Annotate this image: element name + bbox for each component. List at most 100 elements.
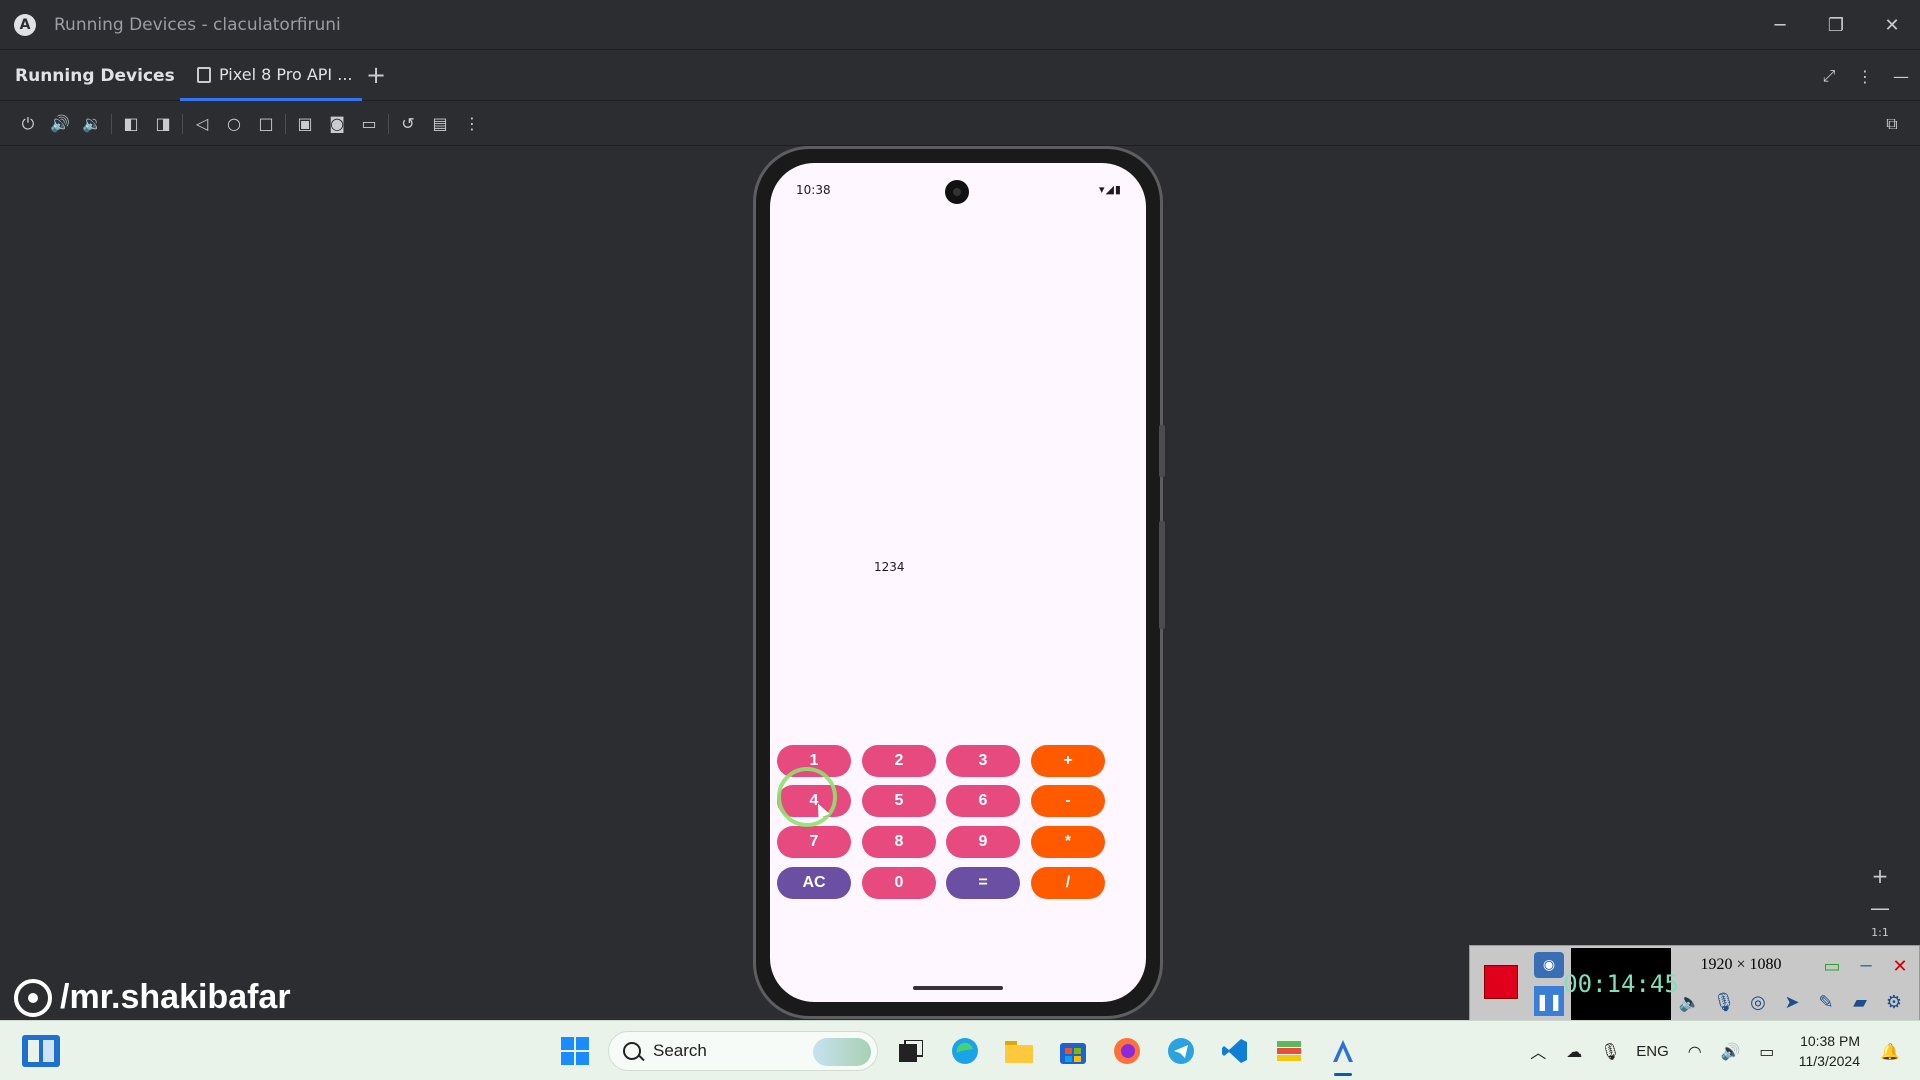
home-icon[interactable]: ○ <box>218 108 250 140</box>
recorder-minimize-icon[interactable]: ─ <box>1849 952 1883 980</box>
recorder-close-icon[interactable]: ✕ <box>1883 952 1917 980</box>
key-2[interactable]: 2 <box>862 745 936 777</box>
cursor-icon[interactable]: ➤ <box>1775 986 1809 1018</box>
start-menu-icon[interactable] <box>22 1035 60 1067</box>
recorder-tools: 🔈 🎙 ◎ ➤ ✎ ▰ ⚙ <box>1673 986 1911 1018</box>
device-screen[interactable]: 10:38 ▾◢▮ 1234 1 2 3 + 4 5 6 - 7 8 9 * A… <box>770 163 1146 1002</box>
screenshot-icon[interactable]: ◙ <box>321 108 353 140</box>
watermark-logo-icon <box>14 978 52 1017</box>
screen-record-icon[interactable]: ▭ <box>353 108 385 140</box>
toolbar-divider <box>285 113 286 134</box>
toolbar-divider <box>182 113 183 134</box>
notification-bell-icon[interactable]: 🔔 <box>1872 1031 1908 1071</box>
status-bar-icons: ▾◢▮ <box>1098 183 1122 196</box>
stop-recording-button[interactable] <box>1484 965 1518 999</box>
microphone-icon[interactable]: 🎙 <box>1592 1031 1628 1071</box>
restore-layout-icon[interactable]: ⤢ <box>1812 59 1846 93</box>
rotate-left-icon[interactable]: ◧ <box>115 108 147 140</box>
add-tab-button[interactable]: + <box>366 63 386 87</box>
device-manager-icon[interactable]: ▣ <box>289 108 321 140</box>
rotate-right-icon[interactable]: ◨ <box>147 108 179 140</box>
restore-button[interactable]: ❐ <box>1808 0 1864 50</box>
status-bar-time: 10:38 <box>796 183 831 197</box>
close-button[interactable]: ✕ <box>1864 0 1920 50</box>
windows-start-icon[interactable] <box>548 1024 602 1078</box>
minimize-button[interactable]: ─ <box>1752 0 1808 50</box>
key-7[interactable]: 7 <box>777 826 851 858</box>
recording-timer: 00:14:45 <box>1563 948 1679 1020</box>
camera-icon[interactable]: ◉ <box>1534 952 1564 978</box>
recording-resolution: 1920 × 1080 <box>1700 956 1782 973</box>
volume-icon[interactable]: 🔊 <box>1713 1031 1749 1071</box>
folder-icon[interactable]: ▰ <box>1843 986 1877 1018</box>
zoom-controls: + — 1:1 <box>1864 860 1896 940</box>
overview-icon[interactable]: □ <box>250 108 282 140</box>
file-explorer-icon[interactable] <box>992 1024 1046 1078</box>
device-frame: 10:38 ▾◢▮ 1234 1 2 3 + 4 5 6 - 7 8 9 * A… <box>753 146 1165 1019</box>
key-6[interactable]: 6 <box>946 785 1020 817</box>
onedrive-icon[interactable]: ☁ <box>1556 1031 1592 1071</box>
hide-icon[interactable]: — <box>1884 59 1918 93</box>
key-divide[interactable]: / <box>1031 867 1105 899</box>
android-studio-logo-icon: A <box>14 13 36 36</box>
tool-window-header: Running Devices Pixel 8 Pro API ... + ⤢ … <box>0 51 1920 101</box>
recorder-region-icon[interactable]: ▭ <box>1815 952 1849 980</box>
more-icon[interactable]: ⋮ <box>456 108 488 140</box>
taskbar-clock[interactable]: 10:38 PM 11/3/2024 <box>1799 1031 1860 1071</box>
phone-side-button <box>1159 521 1165 629</box>
zoom-in-button[interactable]: + <box>1872 860 1889 892</box>
key-0[interactable]: 0 <box>862 867 936 899</box>
gesture-nav-bar[interactable] <box>913 986 1003 990</box>
task-view-icon[interactable] <box>884 1024 938 1078</box>
settings-icon[interactable]: ⚙ <box>1877 986 1911 1018</box>
volume-down-icon[interactable]: 🔉 <box>76 108 108 140</box>
speaker-icon[interactable]: 🔈 <box>1673 986 1707 1018</box>
title-bar: A Running Devices - claculatorfiruni ─ ❐… <box>0 0 1920 50</box>
wifi-icon[interactable]: ◠ <box>1677 1031 1713 1071</box>
firefox-icon[interactable] <box>1100 1024 1154 1078</box>
key-5[interactable]: 5 <box>862 785 936 817</box>
language-indicator[interactable]: ENG <box>1636 1043 1669 1060</box>
key-multiply[interactable]: * <box>1031 826 1105 858</box>
key-clear[interactable]: AC <box>777 867 851 899</box>
battery-icon[interactable]: ▭ <box>1749 1031 1785 1071</box>
edge-icon[interactable] <box>938 1024 992 1078</box>
zoom-out-button[interactable]: — <box>1870 892 1890 924</box>
snapshot-icon[interactable]: ▤ <box>424 108 456 140</box>
tab-pixel-8-pro[interactable]: Pixel 8 Pro API ... <box>180 51 362 101</box>
key-9[interactable]: 9 <box>946 826 1020 858</box>
store-icon[interactable] <box>1046 1024 1100 1078</box>
key-plus[interactable]: + <box>1031 745 1105 777</box>
taskbar-search[interactable]: Search <box>608 1031 878 1071</box>
tool-window-actions: ⤢ ⋮ — <box>1812 51 1920 101</box>
system-tray: ︿ ☁ 🎙 ENG ◠ 🔊 ▭ 10:38 PM 11/3/2024 🔔 <box>1520 1021 1920 1080</box>
actual-size-button[interactable]: 1:1 <box>1871 924 1889 940</box>
android-studio-icon[interactable] <box>1316 1024 1370 1078</box>
reset-icon[interactable]: ↺ <box>392 108 424 140</box>
more-options-icon[interactable]: ⋮ <box>1848 59 1882 93</box>
taskbar: Search ︿ ☁ 🎙 ENG ◠ 🔊 ▭ 10:38 PM 11/3/202… <box>0 1020 1920 1080</box>
key-8[interactable]: 8 <box>862 826 936 858</box>
back-icon[interactable]: ◁ <box>186 108 218 140</box>
key-minus[interactable]: - <box>1031 785 1105 817</box>
bluestacks-icon[interactable] <box>1262 1024 1316 1078</box>
key-equals[interactable]: = <box>946 867 1020 899</box>
clock-time: 10:38 PM <box>1800 1033 1860 1049</box>
device-toolbar: ⏻ 🔊 🔉 ◧ ◨ ◁ ○ □ ▣ ◙ ▭ ↺ ▤ ⋮ ⧉ <box>0 102 1920 146</box>
volume-up-icon[interactable]: 🔊 <box>44 108 76 140</box>
clock-date: 11/3/2024 <box>1798 1053 1860 1069</box>
search-label: Search <box>653 1041 707 1060</box>
pen-icon[interactable]: ✎ <box>1809 986 1843 1018</box>
key-3[interactable]: 3 <box>946 745 1020 777</box>
pause-button[interactable]: ❚❚ <box>1534 986 1564 1016</box>
vscode-icon[interactable] <box>1208 1024 1262 1078</box>
chevron-up-icon[interactable]: ︿ <box>1520 1031 1556 1071</box>
phone-side-button <box>1159 425 1165 477</box>
microphone-icon[interactable]: 🎙 <box>1707 986 1741 1018</box>
webcam-icon[interactable]: ◎ <box>1741 986 1775 1018</box>
device-mirroring-icon[interactable]: ⧉ <box>1876 108 1908 140</box>
toolbar-divider <box>111 113 112 134</box>
toolbar-divider <box>388 113 389 134</box>
power-icon[interactable]: ⏻ <box>12 108 44 140</box>
telegram-icon[interactable] <box>1154 1024 1208 1078</box>
